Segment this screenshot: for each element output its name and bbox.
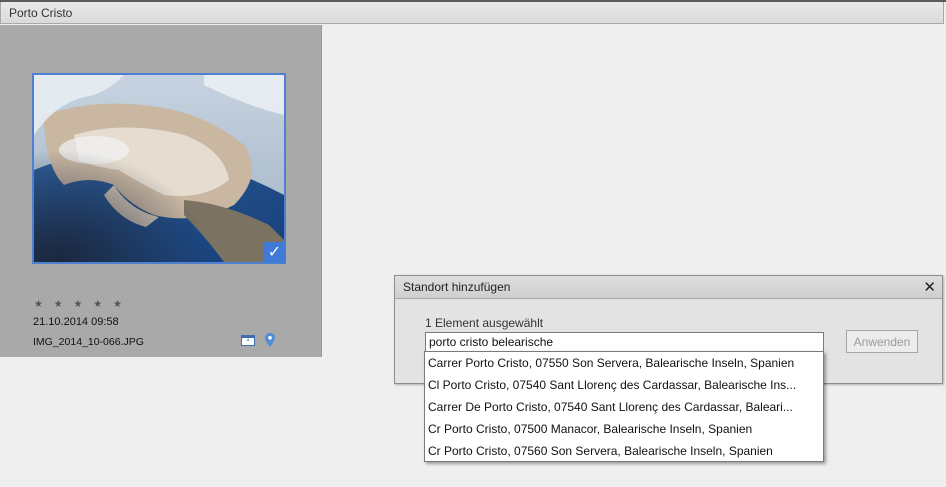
suggestion-item[interactable]: Cr Porto Cristo, 07560 Son Servera, Bale…: [425, 440, 823, 462]
close-icon[interactable]: ✕: [923, 277, 936, 299]
dialog-title-bar: Standort hinzufügen ✕: [395, 276, 942, 299]
selected-count-label: 1 Element ausgewählt: [425, 316, 544, 330]
aerial-photo-image: [34, 75, 284, 262]
photo-filename: IMG_2014_10-066.JPG: [33, 336, 144, 348]
selected-checkmark-icon[interactable]: ✓: [264, 242, 285, 263]
page-title: Porto Cristo: [9, 6, 73, 20]
suggestion-item[interactable]: Carrer Porto Cristo, 07550 Son Servera, …: [425, 352, 823, 374]
suggestion-item[interactable]: Cl Porto Cristo, 07540 Sant Llorenç des …: [425, 374, 823, 396]
page-title-bar: Porto Cristo: [0, 2, 944, 24]
location-pin-icon[interactable]: [264, 333, 276, 347]
photo-date: 21.10.2014 09:58: [33, 316, 119, 328]
suggestion-item[interactable]: Cr Porto Cristo, 07500 Manacor, Balearis…: [425, 418, 823, 440]
calendar-icon[interactable]: 1: [241, 335, 255, 346]
dialog-title: Standort hinzufügen: [403, 280, 511, 294]
rating-stars[interactable]: ★ ★ ★ ★ ★: [34, 299, 126, 310]
photo-thumbnail[interactable]: [32, 73, 286, 264]
location-suggestions-dropdown: Carrer Porto Cristo, 07550 Son Servera, …: [424, 351, 824, 462]
apply-button[interactable]: Anwenden: [846, 330, 918, 353]
suggestion-item[interactable]: Carrer De Porto Cristo, 07540 Sant Llore…: [425, 396, 823, 418]
location-search-input[interactable]: [425, 332, 824, 352]
